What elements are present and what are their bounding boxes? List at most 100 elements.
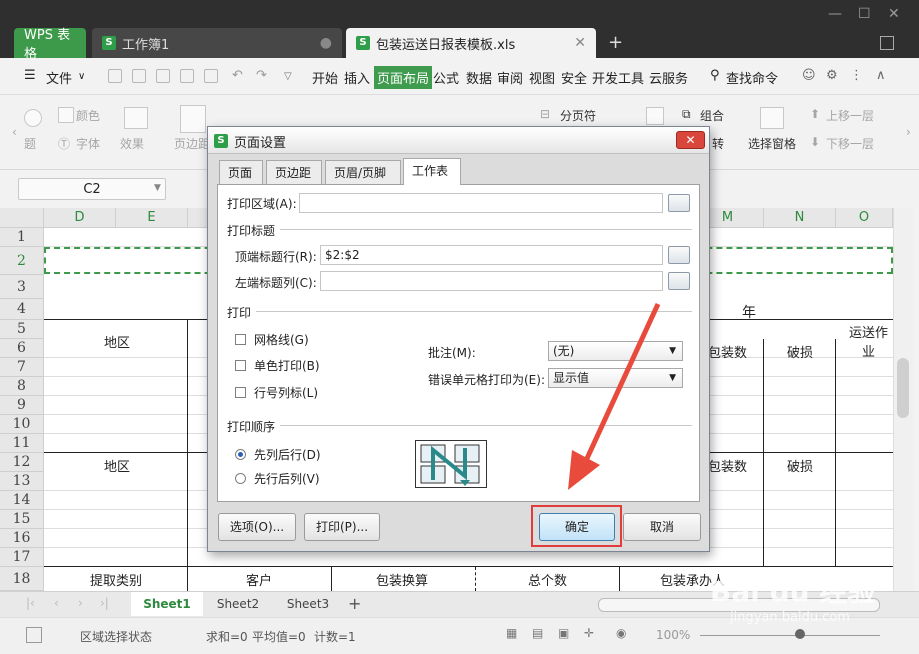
save-icon[interactable] bbox=[132, 69, 146, 83]
over-then-down-radio[interactable] bbox=[235, 473, 246, 484]
more-icon[interactable]: ▽ bbox=[284, 71, 292, 82]
selection-pane-button[interactable]: 选择窗格 bbox=[748, 135, 796, 152]
maximize-icon[interactable]: ☐ bbox=[858, 6, 871, 22]
range-picker-icon[interactable] bbox=[668, 246, 690, 264]
redo-icon[interactable]: ↷ bbox=[256, 68, 267, 83]
cell-customer[interactable]: 客户 bbox=[246, 570, 272, 589]
menu-cloud[interactable]: 云服务 bbox=[649, 68, 688, 87]
open-icon[interactable] bbox=[108, 69, 122, 83]
menu-view[interactable]: 视图 bbox=[529, 68, 555, 87]
move-down-button[interactable]: 下移一层 bbox=[826, 135, 874, 152]
options-button[interactable]: 选项(O)... bbox=[218, 513, 296, 541]
cell-total-count[interactable]: 总个数 bbox=[528, 570, 567, 589]
chat-icon[interactable]: ☺ bbox=[802, 68, 816, 83]
tab-margins[interactable]: 页边距 bbox=[266, 160, 322, 184]
sheet-tab-sheet1[interactable]: Sheet1 bbox=[131, 592, 203, 616]
tab-close-icon[interactable]: ✕ bbox=[574, 35, 586, 51]
menu-start[interactable]: 开始 bbox=[312, 68, 338, 87]
collapse-ribbon-icon[interactable]: ∧ bbox=[876, 68, 886, 83]
row-header[interactable]: 18 bbox=[0, 567, 44, 591]
first-sheet-icon[interactable]: |‹ bbox=[26, 596, 35, 610]
select-all-corner[interactable] bbox=[0, 208, 44, 228]
margin-button[interactable]: 页边距 bbox=[174, 135, 210, 152]
vertical-scrollbar[interactable] bbox=[893, 208, 913, 591]
row-header[interactable]: 17 bbox=[0, 548, 44, 567]
rotate-button[interactable]: 转 bbox=[712, 135, 724, 152]
column-header[interactable]: N bbox=[764, 208, 836, 228]
row-header[interactable]: 2 bbox=[0, 247, 44, 275]
preview-icon[interactable] bbox=[204, 69, 218, 83]
menu-review[interactable]: 审阅 bbox=[497, 68, 523, 87]
close-icon[interactable]: ✕ bbox=[888, 6, 900, 22]
row-col-headers-checkbox[interactable] bbox=[235, 387, 246, 398]
row-header[interactable]: 10 bbox=[0, 415, 44, 434]
dialog-close-button[interactable]: ✕ bbox=[676, 131, 705, 149]
prev-sheet-icon[interactable]: ‹ bbox=[54, 596, 59, 610]
row-header[interactable]: 3 bbox=[0, 275, 44, 299]
name-box-dropdown-icon[interactable]: ▼ bbox=[154, 183, 161, 193]
menu-page-layout[interactable]: 页面布局 bbox=[374, 66, 433, 89]
tab-packaging-report[interactable]: S 包装运送日报表模板.xls ✕ bbox=[346, 28, 596, 58]
pdf-icon[interactable] bbox=[156, 69, 170, 83]
sheet-tab-sheet2[interactable]: Sheet2 bbox=[203, 592, 273, 616]
cell-year[interactable]: 年 bbox=[742, 302, 756, 322]
theme-label[interactable]: 题 bbox=[24, 135, 36, 152]
cell-pack-count[interactable]: 包装数 bbox=[708, 456, 747, 475]
reading-view-icon[interactable]: ✛ bbox=[584, 626, 594, 640]
row-header[interactable]: 8 bbox=[0, 377, 44, 396]
next-sheet-icon[interactable]: › bbox=[78, 596, 83, 610]
print-icon[interactable] bbox=[180, 69, 194, 83]
cell-pack-conversion[interactable]: 包装换算 bbox=[376, 570, 428, 589]
dialog-title-bar[interactable]: S 页面设置 ✕ bbox=[208, 127, 709, 154]
more-options-icon[interactable]: ⋮ bbox=[850, 68, 863, 83]
zoom-level[interactable]: 100% bbox=[656, 628, 690, 642]
column-header[interactable]: O bbox=[836, 208, 893, 228]
gridlines-checkbox[interactable] bbox=[235, 334, 246, 345]
font-button[interactable]: 字体 bbox=[76, 135, 100, 152]
row-header[interactable]: 7 bbox=[0, 358, 44, 377]
row-header[interactable]: 16 bbox=[0, 529, 44, 548]
row-header[interactable]: 13 bbox=[0, 472, 44, 491]
tab-wps-sheets[interactable]: WPS 表格 bbox=[14, 28, 86, 62]
tab-header-footer[interactable]: 页眉/页脚 bbox=[325, 160, 401, 184]
page-break-view-icon[interactable]: ▣ bbox=[558, 626, 569, 640]
down-then-over-radio[interactable] bbox=[235, 449, 246, 460]
print-area-input[interactable] bbox=[299, 193, 663, 213]
menu-security[interactable]: 安全 bbox=[561, 68, 587, 87]
sheet-tab-sheet3[interactable]: Sheet3 bbox=[273, 592, 343, 616]
row-header[interactable]: 9 bbox=[0, 396, 44, 415]
tab-dot-icon[interactable]: ● bbox=[320, 35, 332, 51]
add-sheet-button[interactable]: + bbox=[348, 594, 361, 613]
minimize-icon[interactable]: — bbox=[828, 6, 842, 22]
cell-transport-title[interactable]: 运送作业 bbox=[844, 322, 893, 360]
color-button[interactable]: 颜色 bbox=[76, 107, 100, 124]
cell-extract-type[interactable]: 提取类别 bbox=[90, 570, 142, 589]
cell-pack-count[interactable]: 包装数 bbox=[708, 342, 747, 361]
row-header[interactable]: 5 bbox=[0, 320, 44, 339]
search-command[interactable]: 查找命令 bbox=[726, 68, 778, 87]
cancel-button[interactable]: 取消 bbox=[623, 513, 701, 541]
page-break-button[interactable]: 分页符 bbox=[560, 107, 596, 124]
hamburger-icon[interactable]: ☰ bbox=[24, 68, 36, 83]
search-icon[interactable]: ⚲ bbox=[710, 68, 720, 83]
top-rows-input[interactable]: $2:$2 bbox=[320, 245, 663, 265]
row-header[interactable]: 12 bbox=[0, 453, 44, 472]
menu-developer[interactable]: 开发工具 bbox=[592, 68, 644, 87]
file-menu[interactable]: 文件 bbox=[46, 68, 72, 87]
eye-icon[interactable]: ◉ bbox=[616, 626, 626, 640]
print-button[interactable]: 打印(P)... bbox=[304, 513, 380, 541]
over-then-down-label[interactable]: 先行后列(V) bbox=[254, 470, 320, 487]
menu-formula[interactable]: 公式 bbox=[433, 68, 459, 87]
gear-icon[interactable]: ⚙ bbox=[826, 68, 838, 83]
zoom-slider-handle[interactable] bbox=[795, 629, 805, 639]
name-box[interactable]: C2 bbox=[18, 178, 166, 200]
tab-workbook1[interactable]: S 工作簿1 ● bbox=[92, 28, 342, 58]
cell-region[interactable]: 地区 bbox=[104, 456, 130, 475]
range-picker-icon[interactable] bbox=[668, 194, 690, 212]
align-icon[interactable] bbox=[646, 107, 664, 125]
chevron-down-icon[interactable]: ∨ bbox=[78, 71, 85, 82]
mono-print-label[interactable]: 单色打印(B) bbox=[254, 357, 320, 374]
row-header[interactable]: 15 bbox=[0, 510, 44, 529]
row-header[interactable]: 14 bbox=[0, 491, 44, 510]
row-col-headers-label[interactable]: 行号列标(L) bbox=[254, 384, 318, 401]
